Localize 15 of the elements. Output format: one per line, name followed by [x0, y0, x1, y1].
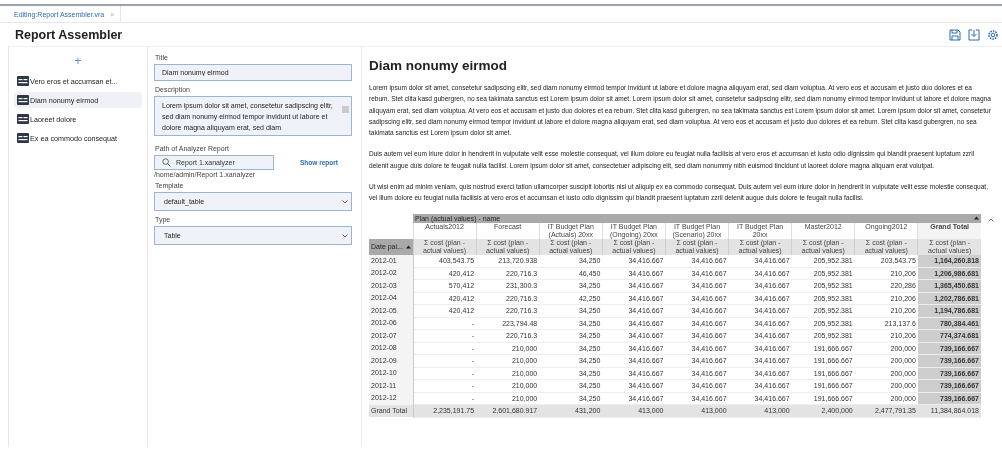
report-icon [17, 133, 29, 143]
report-icon [17, 76, 29, 86]
report-icon [17, 114, 29, 124]
scroll-up-icon[interactable] [987, 217, 994, 222]
save-icon[interactable] [949, 28, 961, 41]
report-icon [17, 95, 29, 105]
report-title: Diam nonumy eirmod [369, 58, 509, 73]
sort-icon[interactable] [405, 245, 411, 250]
download-icon[interactable] [968, 28, 980, 41]
page-title: Report Assembler [15, 27, 123, 42]
search-icon [162, 158, 171, 167]
settings-icon[interactable] [987, 28, 999, 41]
chevron-down-icon [342, 233, 348, 238]
chevron-down-icon [342, 199, 348, 204]
collapse-icon[interactable] [974, 215, 979, 220]
